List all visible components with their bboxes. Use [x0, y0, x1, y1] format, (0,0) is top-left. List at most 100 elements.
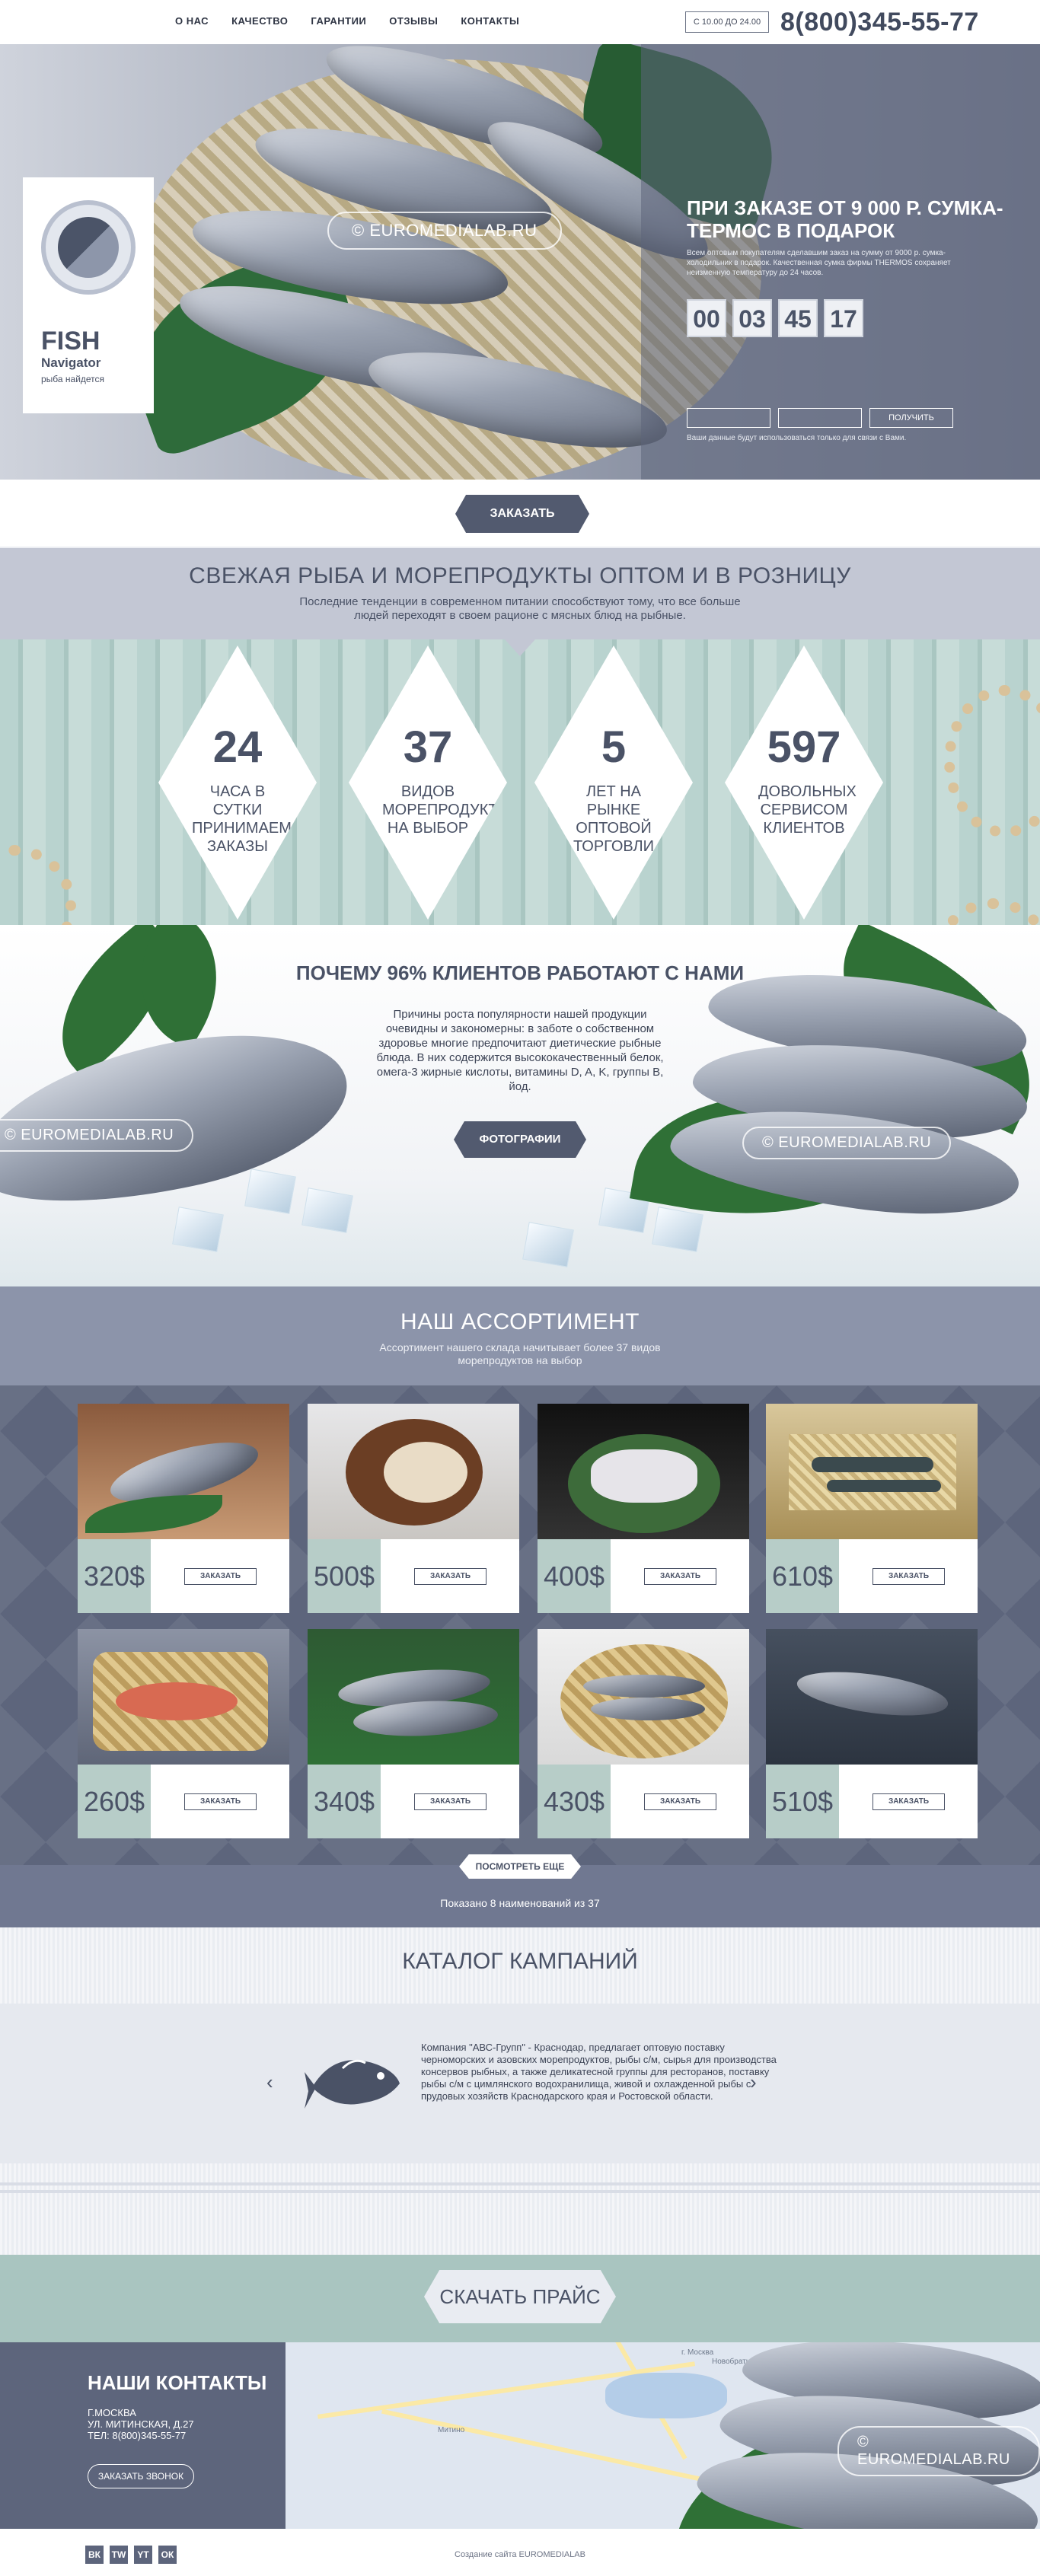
show-more-strip: ПОСМОТРЕТЬ ЕЩЕ Показано 8 наименований и… — [0, 1854, 1040, 1927]
logo-tagline: рыба найдется — [41, 374, 105, 384]
why-us-section: © EUROMEDIALAB.RU © EUROMEDIALAB.RU ПОЧЕ… — [0, 925, 1040, 1286]
product-price: 340$ — [308, 1765, 381, 1838]
logo-title: FISH — [41, 327, 100, 355]
stats-section: 24 ЧАСА В СУТКИ ПРИНИМАЕМ ЗАКАЗЫ 37 ВИДО… — [0, 639, 1040, 982]
product-image — [538, 1629, 749, 1765]
stat-label: ДОВОЛЬНЫХ СЕРВИСОМ КЛИЕНТОВ — [758, 783, 857, 837]
product-card: 260$ ЗАКАЗАТЬ — [78, 1629, 289, 1838]
stat-label: ЧАСА В СУТКИ ПРИНИМАЕМ ЗАКАЗЫ — [192, 783, 292, 855]
rope-decoration — [944, 685, 1040, 837]
stat-number: 5 — [601, 722, 627, 772]
order-product-button[interactable]: ЗАКАЗАТЬ — [184, 1568, 257, 1585]
ice-image — [244, 1168, 296, 1214]
header-phone[interactable]: 8(800)345-55-77 — [780, 8, 979, 37]
watermark: © EUROMEDIALAB.RU — [837, 2426, 1040, 2476]
get-offer-button[interactable]: ПОЛУЧИТЬ — [869, 408, 953, 428]
fresh-title: СВЕЖАЯ РЫБА И МОРЕПРОДУКТЫ ОПТОМ И В РОЗ… — [189, 563, 851, 588]
show-more-button[interactable]: ПОСМОТРЕТЬ ЕЩЕ — [459, 1854, 581, 1879]
ice-image — [522, 1222, 574, 1267]
product-card: 430$ ЗАКАЗАТЬ — [538, 1629, 749, 1838]
prev-arrow-icon[interactable]: ‹ — [266, 2071, 273, 2094]
nav-item-guarantees[interactable]: ГАРАНТИИ — [311, 15, 366, 27]
product-price: 400$ — [538, 1539, 611, 1613]
stat-hours: 24 ЧАСА В СУТКИ ПРИНИМАЕМ ЗАКАЗЫ — [158, 646, 317, 920]
contact-phone[interactable]: ТЕЛ: 8(800)345-55-77 — [88, 2430, 194, 2441]
watermark: © EUROMEDIALAB.RU — [0, 1119, 194, 1152]
location-map[interactable]: г. Москва Митино Новобратцевский © EUROM… — [286, 2342, 1040, 2529]
footer: ВК TW YT ОК Создание сайта EUROMEDIALAB — [0, 2529, 1040, 2576]
fresh-text: Последние тенденции в современном питани… — [299, 595, 741, 622]
countdown-timer: 00 03 45 17 — [687, 299, 863, 337]
offer-form: ПОЛУЧИТЬ — [687, 408, 953, 428]
catalog-title: КАТАЛОГ КАМПАНИЙ — [402, 1949, 638, 1974]
stat-years: 5 ЛЕТ НА РЫНКЕ ОПТОВОЙ ТОРГОВЛИ — [534, 646, 693, 920]
assortment-grid: 320$ ЗАКАЗАТЬ 500$ ЗАКАЗАТЬ 400$ ЗАКАЗАТ… — [0, 1385, 1040, 1865]
order-product-button[interactable]: ЗАКАЗАТЬ — [414, 1793, 487, 1810]
site-credit[interactable]: Создание сайта EUROMEDIALAB — [0, 2550, 1040, 2559]
watermark: © EUROMEDIALAB.RU — [742, 1127, 952, 1159]
fish-company-logo-icon — [305, 2059, 400, 2109]
product-price: 500$ — [308, 1539, 381, 1613]
why-title: ПОЧЕМУ 96% КЛИЕНТОВ РАБОТАЮТ С НАМИ — [295, 961, 745, 984]
nav-menu: О НАС КАЧЕСТВО ГАРАНТИИ ОТЗЫВЫ КОНТАКТЫ — [175, 15, 519, 27]
ice-image — [652, 1207, 703, 1252]
watermark: © EUROMEDIALAB.RU — [327, 212, 562, 250]
contact-details: Г.МОСКВА УЛ. МИТИНСКАЯ, Д.27 ТЕЛ: 8(800)… — [88, 2407, 194, 2441]
download-section: СКАЧАТЬ ПРАЙС — [0, 2255, 1040, 2342]
photos-button[interactable]: ФОТОГРАФИИ — [454, 1121, 586, 1158]
stat-label: ЛЕТ НА РЫНКЕ ОПТОВОЙ ТОРГОВЛИ — [573, 783, 655, 855]
next-arrow-icon[interactable]: › — [750, 2071, 757, 2094]
product-price: 320$ — [78, 1539, 151, 1613]
working-hours: С 10.00 ДО 24.00 — [685, 11, 769, 33]
stat-number: 24 — [212, 722, 263, 772]
product-image — [766, 1629, 978, 1765]
order-button[interactable]: ЗАКАЗАТЬ — [455, 495, 589, 533]
shown-count: Показано 8 наименований из 37 — [440, 1897, 600, 1909]
decorative-stripe — [0, 2182, 1040, 2204]
stat-products: 37 ВИДОВ МОРЕПРОДУКТОВ НА ВЫБОР — [349, 646, 507, 920]
top-nav: О НАС КАЧЕСТВО ГАРАНТИИ ОТЗЫВЫ КОНТАКТЫ … — [0, 0, 1040, 44]
product-card: 500$ ЗАКАЗАТЬ — [308, 1404, 519, 1613]
product-image — [78, 1629, 289, 1765]
map-water — [605, 2373, 727, 2418]
contact-address: УЛ. МИТИНСКАЯ, Д.27 — [88, 2418, 194, 2430]
nav-item-contacts[interactable]: КОНТАКТЫ — [461, 15, 519, 27]
download-price-button[interactable]: СКАЧАТЬ ПРАЙС — [424, 2270, 616, 2323]
product-image — [308, 1629, 519, 1765]
timer-seconds: 17 — [824, 299, 863, 337]
offer-title: ПРИ ЗАКАЗЕ ОТ 9 000 Р. СУМКА-ТЕРМОС В ПО… — [687, 196, 1003, 242]
contact-info: НАШИ КОНТАКТЫ Г.МОСКВА УЛ. МИТИНСКАЯ, Д.… — [0, 2342, 286, 2529]
request-call-button[interactable]: ЗАКАЗАТЬ ЗВОНОК — [88, 2464, 194, 2488]
contacts-title: НАШИ КОНТАКТЫ — [88, 2371, 267, 2394]
company-slide: ‹ Компания "АВС-Групп" - Краснодар, пред… — [0, 2004, 1040, 2163]
stat-number: 597 — [767, 722, 841, 772]
product-card: 510$ ЗАКАЗАТЬ — [766, 1629, 978, 1838]
nav-item-quality[interactable]: КАЧЕСТВО — [231, 15, 288, 27]
order-product-button[interactable]: ЗАКАЗАТЬ — [644, 1793, 716, 1810]
order-product-button[interactable]: ЗАКАЗАТЬ — [414, 1568, 487, 1585]
order-product-button[interactable]: ЗАКАЗАТЬ — [873, 1568, 945, 1585]
phone-input[interactable] — [778, 408, 862, 428]
assortment-header: НАШ АССОРТИМЕНТ Ассортимент нашего склад… — [0, 1286, 1040, 1385]
map-label: г. Москва — [681, 2348, 714, 2357]
nav-item-reviews[interactable]: ОТЗЫВЫ — [389, 15, 438, 27]
product-image — [78, 1404, 289, 1539]
form-privacy-note: Ваши данные будут использоваться только … — [687, 434, 907, 442]
order-product-button[interactable]: ЗАКАЗАТЬ — [873, 1793, 945, 1810]
nav-item-about[interactable]: О НАС — [175, 15, 209, 27]
product-image — [538, 1404, 749, 1539]
stat-number: 37 — [403, 722, 453, 772]
logo-subtitle: Navigator — [41, 355, 101, 370]
timer-minutes: 45 — [778, 299, 818, 337]
product-card: 400$ ЗАКАЗАТЬ — [538, 1404, 749, 1613]
timer-days: 00 — [687, 299, 726, 337]
assortment-title: НАШ АССОРТИМЕНТ — [400, 1309, 640, 1334]
why-text: Причины роста популярности нашей продукц… — [376, 1008, 664, 1093]
product-card: 340$ ЗАКАЗАТЬ — [308, 1629, 519, 1838]
name-input[interactable] — [687, 408, 770, 428]
order-product-button[interactable]: ЗАКАЗАТЬ — [184, 1793, 257, 1810]
stat-clients: 597 ДОВОЛЬНЫХ СЕРВИСОМ КЛИЕНТОВ — [725, 646, 883, 920]
order-product-button[interactable]: ЗАКАЗАТЬ — [644, 1568, 716, 1585]
landing-page: О НАС КАЧЕСТВО ГАРАНТИИ ОТЗЫВЫ КОНТАКТЫ … — [0, 0, 1040, 2576]
product-image — [308, 1404, 519, 1539]
